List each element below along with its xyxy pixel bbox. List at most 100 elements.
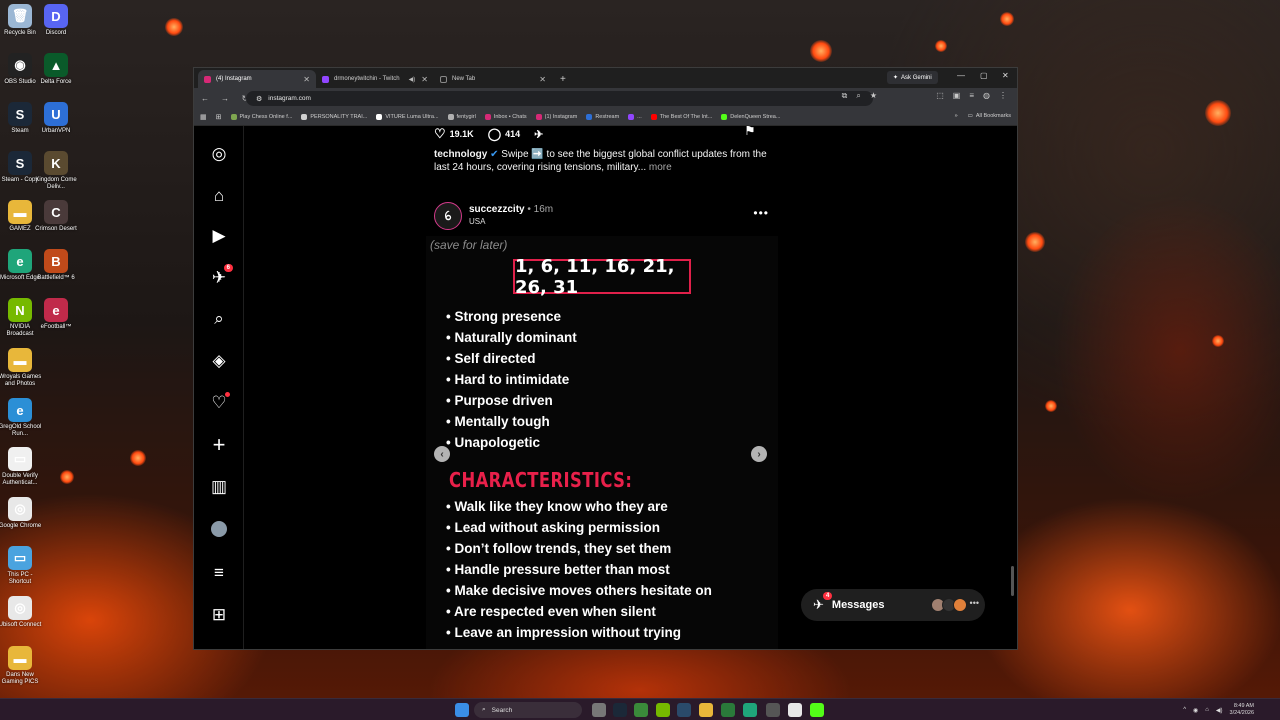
tab-twitch[interactable]: drmoneytwitchin - Twitch ◀) ✕ bbox=[316, 70, 434, 88]
more-bookmarks-icon[interactable]: » bbox=[955, 113, 958, 119]
bookmark-item[interactable]: Play Chess Online f... bbox=[230, 114, 292, 120]
app-3-taskbar-icon[interactable] bbox=[766, 703, 780, 717]
bookmark-item[interactable]: The Best Of The Int... bbox=[650, 114, 712, 120]
app-taskbar-icon[interactable] bbox=[677, 703, 691, 717]
install-app-icon[interactable]: ⧉ bbox=[842, 91, 848, 101]
bookmark-item[interactable]: DelenQueen Strea... bbox=[721, 114, 780, 120]
minimize-icon[interactable]: — bbox=[957, 71, 965, 80]
reels-icon[interactable]: ▶ bbox=[209, 226, 229, 246]
caption-username[interactable]: technology bbox=[434, 149, 487, 160]
post-image[interactable]: (save for later) 1, 6, 11, 16, 21, 26, 3… bbox=[426, 236, 778, 649]
save-post-icon[interactable]: ⚑ bbox=[744, 126, 756, 139]
volume-icon[interactable]: ◀) bbox=[1216, 707, 1223, 714]
like-icon[interactable]: ♡ bbox=[434, 126, 446, 142]
extensions-icon[interactable]: ⬚ bbox=[936, 91, 944, 100]
carousel-next-button[interactable]: › bbox=[751, 446, 767, 462]
forward-icon[interactable]: → bbox=[220, 94, 230, 103]
media-icon[interactable]: ≡ bbox=[969, 91, 974, 100]
tab-instagram[interactable]: (4) Instagram ✕ bbox=[198, 70, 316, 88]
app-2-taskbar-icon[interactable] bbox=[721, 703, 735, 717]
notifications-icon[interactable]: ♡ bbox=[209, 392, 230, 413]
more-options-icon[interactable]: ••• bbox=[753, 206, 769, 220]
zoom-icon[interactable]: ⌕ bbox=[856, 91, 860, 101]
extension-2-icon[interactable]: ▣ bbox=[953, 91, 961, 100]
desktop-icon[interactable]: B Battlefield™ 6 bbox=[36, 249, 76, 282]
bookmark-item[interactable]: Restream bbox=[586, 114, 619, 120]
like-count[interactable]: 19.1K bbox=[450, 129, 474, 139]
tab-search-icon[interactable]: ⊞ bbox=[216, 113, 222, 121]
network-icon[interactable]: ⌂ bbox=[1205, 707, 1209, 713]
close-tab-icon[interactable]: ✕ bbox=[303, 75, 310, 84]
desktop-icon[interactable]: e GregOld School Run... bbox=[0, 398, 41, 438]
carousel-prev-button[interactable]: ‹ bbox=[434, 446, 450, 462]
desktop-icon[interactable]: K Kingdom Come Deliv... bbox=[35, 151, 77, 191]
taskbar-search[interactable]: ⌕ Search bbox=[474, 702, 582, 718]
explore-icon[interactable]: ◈ bbox=[209, 351, 229, 371]
messages-button[interactable]: ✈ 4 Messages ••• bbox=[801, 589, 985, 621]
clock[interactable]: 8:49 AM 3/24/2026 bbox=[1230, 703, 1254, 717]
audio-icon[interactable]: ◀) bbox=[409, 76, 416, 83]
direct-messages-icon[interactable]: ✈ 6 bbox=[209, 264, 233, 288]
post-avatar[interactable]: ꕃ bbox=[434, 202, 462, 230]
desktop-icon[interactable]: ▲ Delta Force bbox=[36, 53, 76, 86]
page-scrollbar[interactable] bbox=[1011, 566, 1014, 596]
desktop-icon[interactable]: ▭ Double Verify Authenticat... bbox=[0, 447, 40, 487]
menu-icon[interactable]: ≡ bbox=[209, 563, 229, 583]
maximize-icon[interactable]: ▢ bbox=[980, 71, 988, 80]
bookmark-item[interactable]: fentygirl bbox=[447, 114, 476, 120]
nvidia-taskbar-icon[interactable] bbox=[656, 703, 670, 717]
app-4-taskbar-icon[interactable] bbox=[810, 703, 824, 717]
all-bookmarks-folder[interactable]: ▭ All Bookmarks bbox=[968, 113, 1011, 119]
steam-taskbar-icon[interactable] bbox=[613, 703, 627, 717]
close-window-icon[interactable]: ✕ bbox=[1002, 71, 1009, 80]
desktop-icon[interactable]: ▬ Wroyals Games and Photos bbox=[0, 348, 41, 388]
close-tab-icon[interactable]: ✕ bbox=[539, 75, 546, 84]
comment-icon[interactable]: ◯ bbox=[488, 127, 501, 141]
desktop-icon[interactable]: e eFootball™ bbox=[36, 298, 76, 331]
media-player-taskbar-icon[interactable] bbox=[634, 703, 648, 717]
close-tab-icon[interactable]: ✕ bbox=[421, 75, 428, 84]
file-explorer-taskbar-icon[interactable] bbox=[699, 703, 713, 717]
post-username[interactable]: succezzcity bbox=[469, 204, 525, 215]
back-icon[interactable]: ← bbox=[200, 94, 210, 103]
post-location[interactable]: USA bbox=[469, 217, 485, 226]
desktop-icon[interactable]: U UrbanVPN bbox=[36, 102, 76, 135]
edge-taskbar-icon[interactable] bbox=[743, 703, 757, 717]
desktop-icon[interactable]: ◎ Google Chrome bbox=[0, 497, 41, 530]
address-bar[interactable]: ⚙ instagram.com bbox=[246, 91, 873, 106]
more-link[interactable]: more bbox=[649, 162, 672, 173]
desktop-icon[interactable]: ◎ Ubisoft Connect bbox=[0, 596, 41, 629]
desktop-icon[interactable]: C Crimson Desert bbox=[35, 200, 77, 233]
share-icon[interactable]: ✈ bbox=[534, 128, 543, 141]
messages-more-icon[interactable]: ••• bbox=[970, 598, 979, 608]
apps-icon[interactable]: ▦ bbox=[200, 113, 207, 121]
start-button[interactable] bbox=[455, 703, 469, 717]
profile-icon[interactable]: ◍ bbox=[983, 91, 990, 100]
dashboard-icon[interactable]: ▥ bbox=[209, 477, 229, 497]
desktop-icon[interactable]: N NVIDIA Broadcast bbox=[0, 298, 40, 338]
bookmark-item[interactable]: VITURE Luma Ultra... bbox=[376, 114, 439, 120]
also-from-meta-icon[interactable]: ⊞ bbox=[209, 605, 229, 625]
create-icon[interactable]: + bbox=[209, 432, 229, 457]
bookmark-item[interactable]: Inbox • Chats bbox=[484, 114, 527, 120]
chrome-taskbar-icon[interactable] bbox=[788, 703, 802, 717]
task-view-icon[interactable] bbox=[592, 703, 606, 717]
tray-app-icon[interactable]: ◉ bbox=[1193, 707, 1198, 714]
home-icon[interactable]: ⌂ bbox=[209, 186, 229, 206]
tray-chevron-icon[interactable]: ^ bbox=[1183, 707, 1186, 713]
tab-new-tab[interactable]: New Tab ✕ bbox=[434, 70, 552, 88]
new-tab-button[interactable]: + bbox=[552, 70, 574, 88]
bookmark-item[interactable]: (1) Instagram bbox=[535, 114, 577, 120]
bookmark-item[interactable]: ... bbox=[628, 114, 642, 120]
desktop-icon[interactable]: D Discord bbox=[36, 4, 76, 37]
profile-avatar-icon[interactable] bbox=[209, 519, 229, 539]
instagram-logo-icon[interactable]: ◎ bbox=[209, 144, 229, 164]
bookmark-item[interactable]: PERSONALITY TRAI... bbox=[301, 114, 367, 120]
bookmark-star-icon[interactable]: ★ bbox=[870, 91, 877, 101]
desktop-icon[interactable]: ▭ This PC - Shortcut bbox=[0, 546, 40, 586]
ask-gemini-button[interactable]: ✦ Ask Gemini bbox=[887, 71, 938, 84]
search-icon[interactable]: ⌕ bbox=[209, 309, 229, 329]
browser-menu-icon[interactable]: ⋮ bbox=[999, 91, 1007, 100]
comment-count[interactable]: 414 bbox=[505, 129, 520, 139]
site-info-icon[interactable]: ⚙ bbox=[256, 95, 262, 103]
